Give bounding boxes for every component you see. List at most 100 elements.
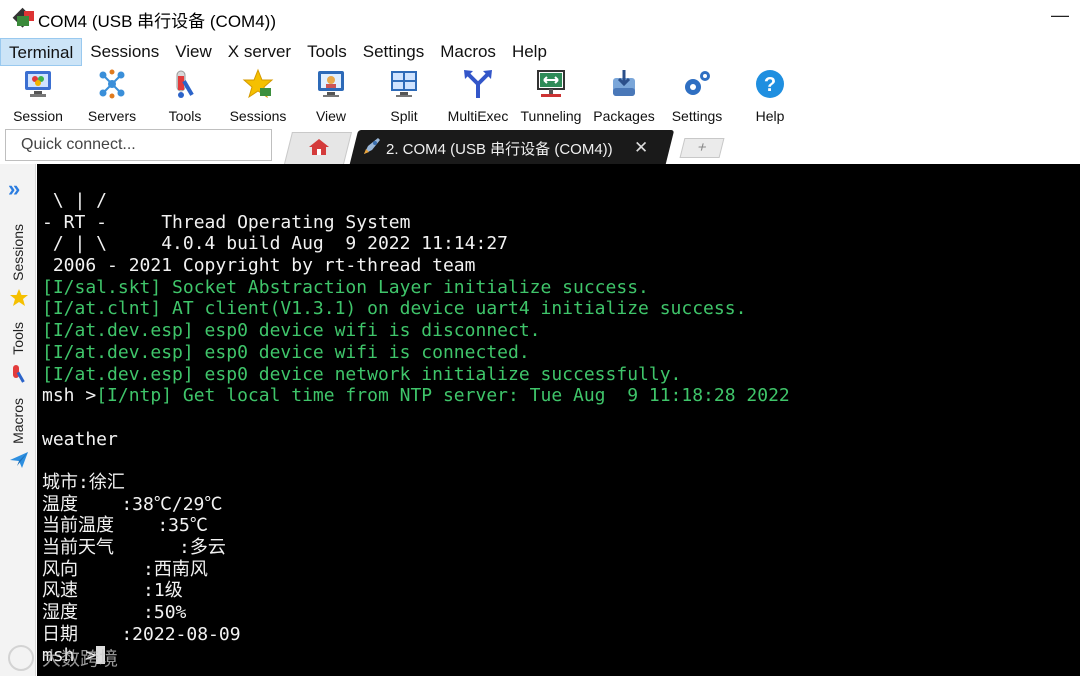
sidebar-tab-label: Tools bbox=[10, 322, 26, 355]
expand-sidebar-icon[interactable]: » bbox=[8, 178, 20, 200]
view-icon bbox=[315, 68, 347, 100]
watermark: 大数跨境 bbox=[8, 644, 118, 671]
menu-view[interactable]: View bbox=[167, 38, 220, 66]
terminal-line-text: weather bbox=[42, 428, 118, 450]
side-panel: » Sessions Tools Macros bbox=[0, 164, 36, 676]
prompt-text: msh > bbox=[42, 385, 97, 407]
watermark-text: 大数跨境 bbox=[42, 648, 119, 670]
toolbar: Session Servers Tools Sessions View Spli… bbox=[0, 66, 1080, 126]
terminal-line-text: / | \ 4.0.4 build Aug 9 2022 11:14:27 bbox=[42, 233, 508, 255]
send-icon bbox=[9, 450, 29, 470]
toolbar-label: View bbox=[315, 108, 347, 124]
new-tab-button[interactable]: + bbox=[679, 138, 725, 158]
help-icon: ? bbox=[754, 68, 786, 100]
menu-settings[interactable]: Settings bbox=[355, 38, 432, 66]
home-icon bbox=[308, 138, 330, 156]
toolbar-split-button[interactable]: Split bbox=[366, 66, 442, 126]
terminal-line-text: \ | / bbox=[42, 190, 108, 211]
toolbar-label: Help bbox=[755, 108, 785, 124]
tools-icon bbox=[169, 68, 201, 100]
serial-rocket-icon bbox=[362, 136, 382, 161]
terminal-line-text: 2006 - 2021 Copyright by rt-thread team bbox=[42, 255, 476, 277]
menu-bar: Terminal Sessions View X server Tools Se… bbox=[0, 38, 1080, 66]
sidebar-tab-macros[interactable]: Macros bbox=[0, 398, 36, 478]
menu-x-server[interactable]: X server bbox=[220, 38, 299, 66]
terminal-line: [I/sal.skt] Socket Abstraction Layer ini… bbox=[42, 277, 790, 299]
terminal-line: - RT - Thread Operating System bbox=[42, 212, 790, 234]
terminal-line: / | \ 4.0.4 build Aug 9 2022 11:14:27 bbox=[42, 233, 790, 255]
terminal-line: [I/at.dev.esp] esp0 device network initi… bbox=[42, 364, 790, 386]
menu-terminal[interactable]: Terminal bbox=[0, 38, 83, 66]
terminal-line: 2006 - 2021 Copyright by rt-thread team bbox=[42, 255, 790, 277]
terminal-line-text: [I/at.clnt] AT client(V1.3.1) on device … bbox=[42, 298, 747, 320]
toolbar-sessions-button[interactable]: Sessions bbox=[220, 66, 296, 126]
toolbar-view-button[interactable]: View bbox=[293, 66, 369, 126]
toolbar-multiexec-button[interactable]: MultiExec bbox=[440, 66, 516, 126]
terminal-line: 当前天气 :多云 bbox=[42, 537, 790, 559]
active-tab-label: 2. COM4 (USB 串行设备 (COM4)) bbox=[386, 140, 613, 158]
sidebar-tab-label: Macros bbox=[10, 398, 26, 444]
toolbar-help-button[interactable]: ? Help bbox=[732, 66, 808, 126]
terminal-line-text: 城市:徐汇 bbox=[42, 471, 125, 493]
terminal-output[interactable]: \ | / - RT - Thread Operating System / | … bbox=[37, 164, 1080, 676]
menu-sessions[interactable]: Sessions bbox=[82, 38, 167, 66]
terminal-line-text: 湿度 :50% bbox=[42, 602, 187, 624]
tunneling-icon bbox=[535, 68, 567, 100]
sidebar-tab-sessions[interactable]: Sessions bbox=[0, 222, 36, 312]
quick-connect-input[interactable]: Quick connect... bbox=[5, 129, 272, 161]
terminal-line: msh >[I/ntp] Get local time from NTP ser… bbox=[42, 385, 790, 407]
terminal-line: [I/at.dev.esp] esp0 device wifi is disco… bbox=[42, 320, 790, 342]
menu-help[interactable]: Help bbox=[504, 38, 555, 66]
terminal-line: \ | / bbox=[42, 190, 790, 212]
multiexec-icon bbox=[462, 68, 494, 100]
toolbar-settings-button[interactable]: Settings bbox=[659, 66, 735, 126]
terminal-line-text: 温度 :38℃/29℃ bbox=[42, 493, 223, 515]
active-session-tab-content: 2. COM4 (USB 串行设备 (COM4)) ✕ bbox=[362, 136, 662, 160]
toolbar-label: Tools bbox=[168, 108, 202, 124]
sidebar-tab-tools[interactable]: Tools bbox=[0, 322, 36, 392]
terminal-line: weather bbox=[42, 429, 790, 451]
toolbar-servers-button[interactable]: Servers bbox=[74, 66, 150, 126]
terminal-line: 当前温度 :35℃ bbox=[42, 515, 790, 537]
toolbar-tunneling-button[interactable]: Tunneling bbox=[513, 66, 589, 126]
terminal-line-text: 当前温度 :35℃ bbox=[42, 515, 208, 537]
terminal-line-text: 风向 :西南风 bbox=[42, 558, 208, 580]
toolbar-label: Tunneling bbox=[520, 108, 582, 124]
servers-icon bbox=[96, 68, 128, 100]
sidebar-tab-label: Sessions bbox=[10, 224, 26, 281]
menu-macros[interactable]: Macros bbox=[432, 38, 504, 66]
toolbar-label: MultiExec bbox=[447, 108, 509, 124]
close-tab-icon[interactable]: ✕ bbox=[634, 138, 648, 158]
minimize-button[interactable]: — bbox=[1050, 6, 1070, 26]
tools-icon bbox=[9, 364, 29, 384]
terminal-line-text: - RT - Thread Operating System bbox=[42, 211, 411, 233]
terminal-lines: \ | / - RT - Thread Operating System / | … bbox=[42, 190, 790, 667]
toolbar-label: Session bbox=[13, 108, 63, 124]
terminal-line: 湿度 :50% bbox=[42, 602, 790, 624]
star-icon bbox=[242, 68, 274, 100]
toolbar-session-button[interactable]: Session bbox=[0, 66, 76, 126]
terminal-line-text: 风速 :1级 bbox=[42, 580, 183, 602]
toolbar-label: Split bbox=[390, 108, 418, 124]
mobaxterm-logo-icon bbox=[12, 7, 34, 28]
terminal-line: 温度 :38℃/29℃ bbox=[42, 494, 790, 516]
title-bar: COM4 (USB 串行设备 (COM4)) — bbox=[0, 0, 1080, 38]
packages-icon bbox=[608, 68, 640, 100]
toolbar-label: Sessions bbox=[229, 108, 287, 124]
star-icon bbox=[9, 288, 29, 308]
terminal-line-text: [I/at.dev.esp] esp0 device network initi… bbox=[42, 363, 682, 385]
terminal-line: 城市:徐汇 bbox=[42, 472, 790, 494]
terminal-line-text: [I/at.dev.esp] esp0 device wifi is disco… bbox=[42, 320, 541, 342]
toolbar-packages-button[interactable]: Packages bbox=[586, 66, 662, 126]
toolbar-tools-button[interactable]: Tools bbox=[147, 66, 223, 126]
toolbar-label: Settings bbox=[671, 108, 723, 124]
session-tab-bar: 2. COM4 (USB 串行设备 (COM4)) ✕ + bbox=[280, 128, 1080, 164]
svg-text:?: ? bbox=[764, 74, 776, 96]
window-title: COM4 (USB 串行设备 (COM4)) bbox=[38, 11, 276, 31]
menu-tools[interactable]: Tools bbox=[299, 38, 355, 66]
terminal-line-text: [I/at.dev.esp] esp0 device wifi is conne… bbox=[42, 341, 530, 363]
split-icon bbox=[388, 68, 420, 100]
terminal-line: msh > bbox=[42, 645, 790, 667]
